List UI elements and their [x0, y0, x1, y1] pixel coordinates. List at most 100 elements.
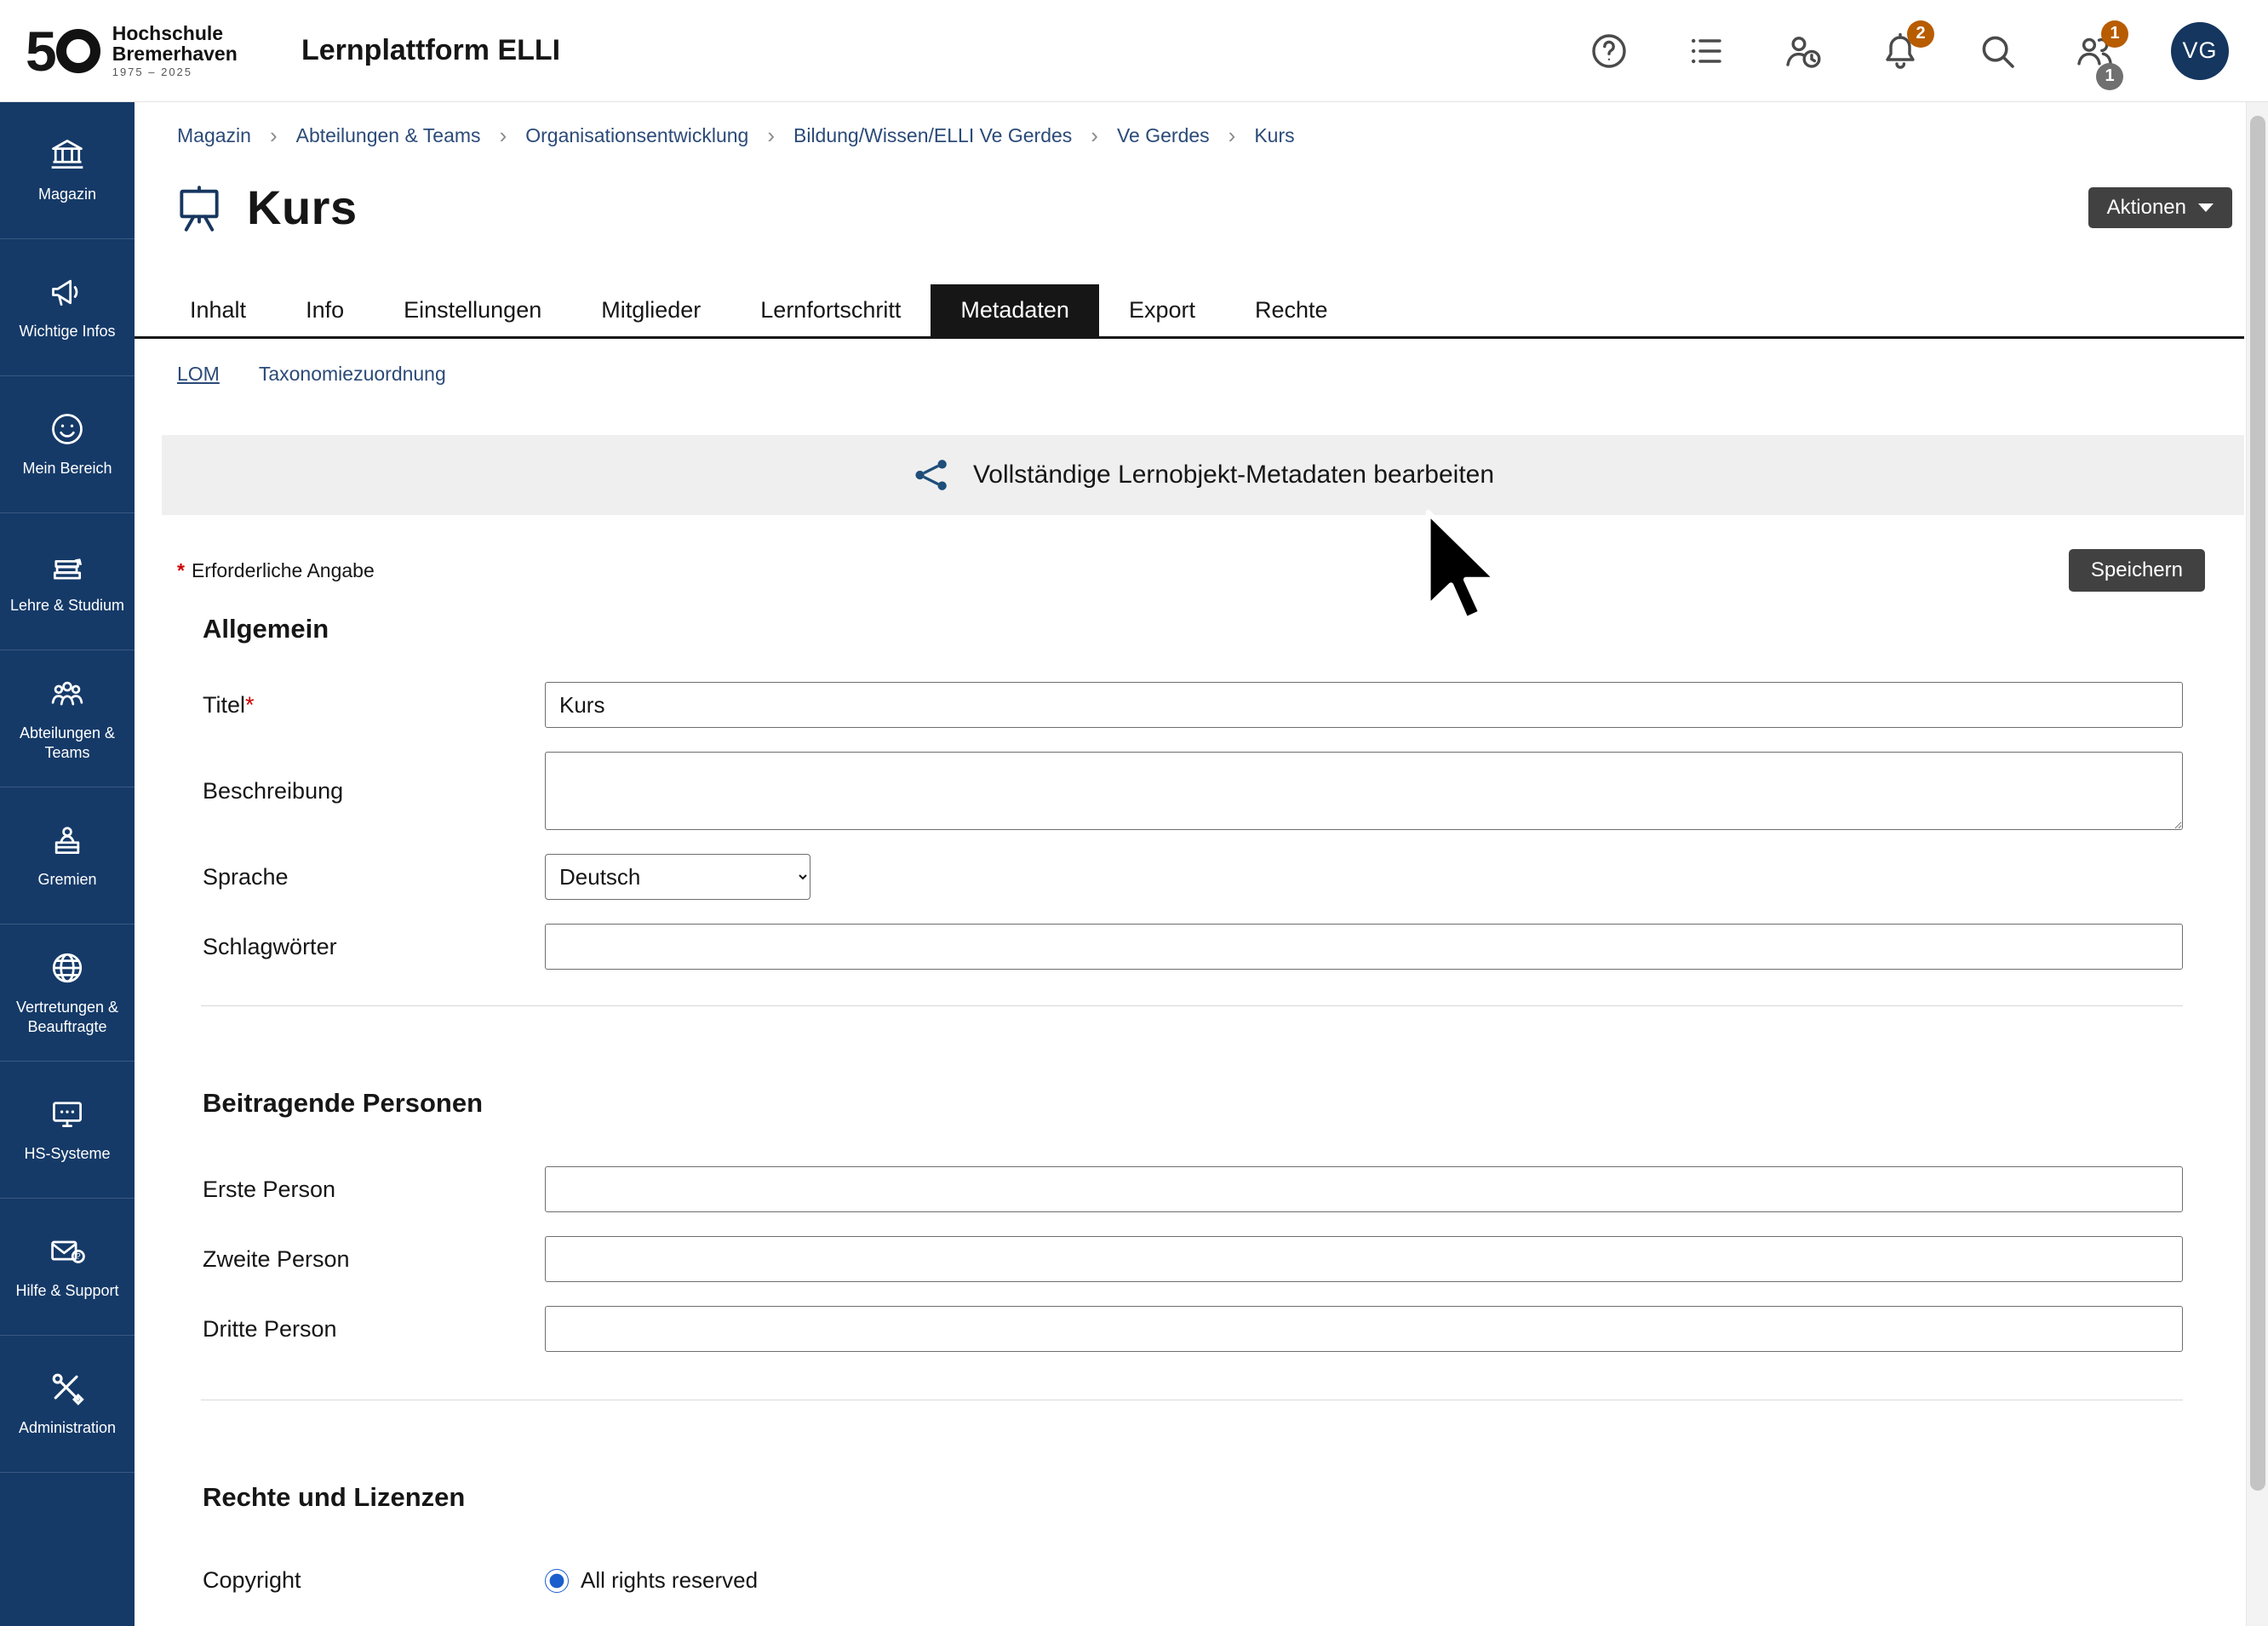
form-row-copyright: Copyright All rights reserved: [203, 1567, 2183, 1594]
required-mark: *: [245, 692, 255, 718]
zweite-person-input[interactable]: [545, 1236, 2183, 1282]
dritte-person-input[interactable]: [545, 1306, 2183, 1352]
tab-inhalt[interactable]: Inhalt: [160, 284, 276, 336]
contacts-button[interactable]: 1 1: [2074, 31, 2115, 72]
erste-person-input[interactable]: [545, 1166, 2183, 1212]
section-beitragende-personen: Beitragende Personen Erste Person Zweite…: [135, 1088, 2244, 1352]
sidebar-item-hs-systeme[interactable]: HS-Systeme: [0, 1062, 135, 1199]
sidebar-item-wichtige-infos[interactable]: Wichtige Infos: [0, 239, 135, 376]
schlagwoerter-input[interactable]: [545, 924, 2183, 970]
list-icon: [1686, 31, 1727, 72]
breadcrumb-abteilungen-teams[interactable]: Abteilungen & Teams: [296, 124, 481, 147]
breadcrumb-ve-gerdes[interactable]: Ve Gerdes: [1117, 124, 1210, 147]
list-button[interactable]: [1686, 31, 1727, 72]
save-button[interactable]: Speichern: [2069, 549, 2205, 592]
form-row-erste-person: Erste Person: [203, 1166, 2183, 1212]
breadcrumb-separator: ›: [1091, 123, 1098, 149]
app-title: Lernplattform ELLI: [301, 34, 560, 67]
sidebar-item-vertretungen[interactable]: Vertretungen & Beauftragte: [0, 925, 135, 1062]
smiley-icon: [49, 410, 86, 448]
breadcrumb-separator: ›: [767, 123, 775, 149]
tab-info[interactable]: Info: [276, 284, 374, 336]
breadcrumb-separator: ›: [500, 123, 507, 149]
search-icon: [1977, 31, 2018, 72]
contacts-badge: 1: [2101, 20, 2128, 48]
sidebar-item-hilfe-support[interactable]: ? Hilfe & Support: [0, 1199, 135, 1336]
tab-mitglieder[interactable]: Mitglieder: [571, 284, 730, 336]
user-clock-button[interactable]: [1783, 31, 1824, 72]
breadcrumb-magazin[interactable]: Magazin: [177, 124, 251, 147]
sidebar-item-lehre-studium[interactable]: Lehre & Studium: [0, 513, 135, 650]
breadcrumb-kurs[interactable]: Kurs: [1254, 124, 1294, 147]
sidebar-item-abteilungen-teams[interactable]: Abteilungen & Teams: [0, 650, 135, 787]
erste-person-label: Erste Person: [203, 1177, 545, 1203]
sidebar-item-administration[interactable]: Administration: [0, 1336, 135, 1473]
subtab-taxonomiezuordnung[interactable]: Taxonomiezuordnung: [259, 363, 446, 386]
logo-5: 5: [26, 23, 54, 79]
section-divider: [201, 1005, 2183, 1006]
form-row-beschreibung: Beschreibung: [203, 752, 2183, 830]
actions-button[interactable]: Aktionen: [2088, 187, 2232, 228]
heading-allgemein: Allgemein: [203, 614, 2183, 644]
page-title: Kurs: [247, 180, 358, 235]
heading-beitragende-personen: Beitragende Personen: [203, 1088, 2183, 1119]
help-icon: [1589, 31, 1629, 72]
form-row-sprache: Sprache Deutsch: [203, 854, 2183, 900]
dritte-person-label: Dritte Person: [203, 1316, 545, 1343]
titel-input[interactable]: [545, 682, 2183, 728]
tab-rechte[interactable]: Rechte: [1225, 284, 1358, 336]
beschreibung-label: Beschreibung: [203, 778, 545, 804]
sidebar-item-gremien[interactable]: Gremien: [0, 787, 135, 925]
form-row-schlagwoerter: Schlagwörter: [203, 924, 2183, 970]
help-button[interactable]: [1589, 31, 1629, 72]
breadcrumb-separator: ›: [1228, 123, 1236, 149]
section-allgemein: Allgemein Titel* Beschreibung Sprache De…: [135, 614, 2244, 970]
tab-metadaten[interactable]: Metadaten: [931, 284, 1099, 336]
beschreibung-textarea[interactable]: [545, 752, 2183, 830]
search-button[interactable]: [1977, 31, 2018, 72]
mail-help-icon: ?: [49, 1233, 86, 1270]
sprache-label: Sprache: [203, 864, 545, 890]
required-mark: *: [177, 559, 185, 581]
form-row-titel: Titel*: [203, 682, 2183, 728]
people-group-icon: [49, 675, 86, 713]
copyright-label: Copyright: [203, 1567, 545, 1594]
notifications-button[interactable]: 2: [1880, 31, 1921, 72]
breadcrumb-separator: ›: [270, 123, 278, 149]
sidebar-item-mein-bereich[interactable]: Mein Bereich: [0, 376, 135, 513]
tab-einstellungen[interactable]: Einstellungen: [374, 284, 571, 336]
banner-label: Vollständige Lernobjekt-Metadaten bearbe…: [973, 461, 1494, 490]
logo-0-ring-icon: [56, 29, 100, 73]
avatar[interactable]: VG: [2171, 22, 2229, 80]
user-clock-icon: [1783, 31, 1824, 72]
share-nodes-icon: [912, 455, 951, 495]
copyright-radio[interactable]: [545, 1569, 569, 1593]
edit-full-metadata-banner[interactable]: Vollständige Lernobjekt-Metadaten bearbe…: [162, 435, 2244, 515]
monitor-icon: [49, 1096, 86, 1133]
breadcrumb-organisationsentwicklung[interactable]: Organisationsentwicklung: [525, 124, 748, 147]
schlagwoerter-label: Schlagwörter: [203, 934, 545, 960]
logo-years: 1975 – 2025: [112, 66, 238, 78]
tab-bar: Inhalt Info Einstellungen Mitglieder Ler…: [135, 284, 2244, 339]
caret-down-icon: [2198, 203, 2214, 212]
zweite-person-label: Zweite Person: [203, 1246, 545, 1273]
tab-export[interactable]: Export: [1099, 284, 1225, 336]
course-icon: [172, 181, 226, 234]
books-icon: [49, 547, 86, 585]
sidebar-item-magazin[interactable]: Magazin: [0, 102, 135, 239]
vertical-scrollbar[interactable]: [2246, 102, 2268, 1626]
copyright-option-label: All rights reserved: [581, 1567, 758, 1594]
breadcrumb: Magazin › Abteilungen & Teams › Organisa…: [135, 102, 2244, 157]
breadcrumb-bildung-wissen[interactable]: Bildung/Wissen/ELLI Ve Gerdes: [793, 124, 1072, 147]
heading-rechte-lizenzen: Rechte und Lizenzen: [203, 1482, 2183, 1513]
sprache-select[interactable]: Deutsch: [545, 854, 810, 900]
scrollbar-thumb[interactable]: [2250, 116, 2265, 1491]
tab-lernfortschritt[interactable]: Lernfortschritt: [730, 284, 931, 336]
megaphone-icon: [49, 273, 86, 311]
subtab-lom[interactable]: LOM: [177, 363, 220, 386]
section-rechte-lizenzen: Rechte und Lizenzen Copyright All rights…: [135, 1482, 2244, 1594]
globe-icon: [49, 949, 86, 987]
tools-icon: [49, 1370, 86, 1407]
logo[interactable]: 5 Hochschule Bremerhaven 1975 – 2025: [0, 23, 272, 79]
required-note: *Erforderliche Angabe: [177, 559, 375, 582]
